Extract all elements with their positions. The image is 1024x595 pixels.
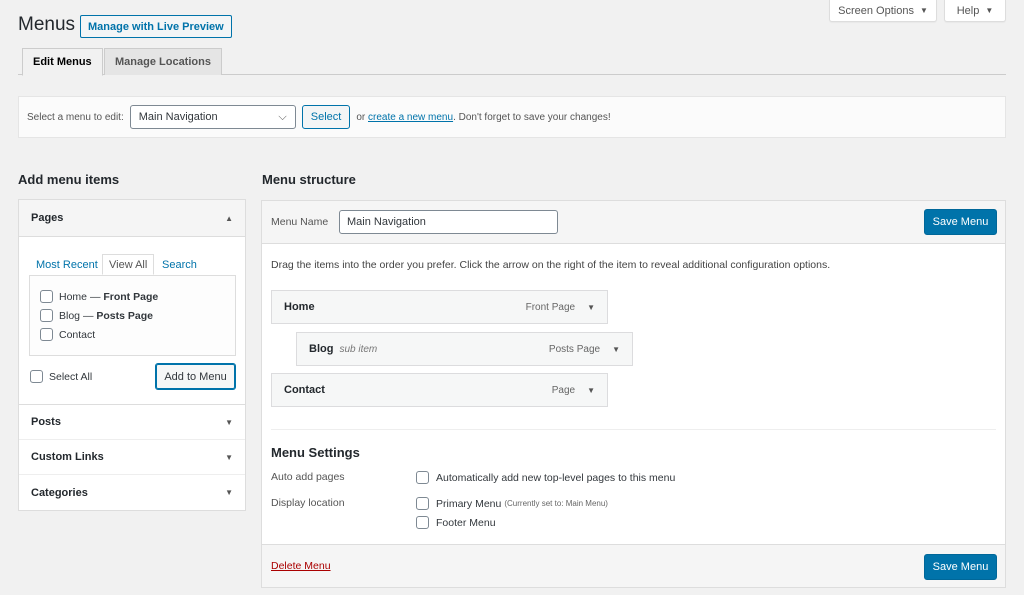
dash: — [89,290,101,303]
select-menu-bar: Select a menu to edit: Main Navigation ⌵… [18,96,1006,138]
menu-select-value: Main Navigation [138,111,218,123]
add-menu-items-heading: Add menu items [18,172,120,187]
triangle-down-icon: ▼ [919,6,928,15]
menu-item-title: Home [284,301,315,313]
page-item-contact[interactable]: Contact [40,328,95,341]
auto-add-option-label: Automatically add new top-level pages to… [436,471,676,484]
checkbox[interactable] [40,309,53,322]
pages-panel: Most Recent View All Search Home — Front… [19,237,245,405]
location-note: (Currently set to: Main Menu) [504,499,608,508]
add-to-menu-button[interactable]: Add to Menu [155,363,236,390]
add-items-accordion: Pages ▲ Most Recent View All Search Home… [18,199,246,511]
triangle-down-icon: ▼ [225,417,233,427]
menu-structure-panel: Menu Name Main Navigation Save Menu Drag… [261,200,1006,588]
help-label: Help [956,4,980,17]
menu-item-title: Blog [309,343,334,355]
tab-most-recent[interactable]: Most Recent [31,256,103,274]
select-menu-label: Select a menu to edit: [27,111,124,123]
menu-name-label: Menu Name [271,216,329,228]
checkbox[interactable] [416,497,429,510]
accordion-posts-header[interactable]: Posts ▼ [19,405,245,440]
help-button[interactable]: Help ▼ [944,0,1006,22]
checkbox[interactable] [40,328,53,341]
accordion-pages-title: Pages [31,212,64,224]
or-text: or [356,111,366,123]
menu-item-sub-label: sub item [339,343,378,355]
select-all[interactable]: Select All [30,370,92,383]
accordion-posts-title: Posts [31,416,61,428]
location-name: Footer Menu [436,516,496,529]
save-menu-button-top[interactable]: Save Menu [924,209,997,235]
create-menu-text: or create a new menu. Don't forget to sa… [356,112,610,123]
menu-item-title: Contact [284,384,325,396]
auto-add-option[interactable]: Automatically add new top-level pages to… [416,471,675,484]
page-name: Blog [59,309,81,322]
page-item-blog[interactable]: Blog — Posts Page [40,309,153,322]
tab-search[interactable]: Search [157,256,202,274]
menu-settings-heading: Menu Settings [271,445,360,460]
menu-item-contact[interactable]: Contact Page ▼ [271,373,608,407]
triangle-down-icon: ▼ [985,6,994,15]
page-item-label: Blog — Posts Page [59,310,153,322]
accordion-custom-links-title: Custom Links [31,451,104,463]
tab-view-all[interactable]: View All [102,254,155,275]
dash: — [82,309,94,322]
page-name: Home [59,290,88,303]
chevron-down-icon: ⌵ [278,110,287,123]
location-footer-menu[interactable]: Footer Menu [416,516,496,529]
accordion-categories-title: Categories [31,486,88,499]
screen-options-label: Screen Options [838,4,914,17]
tab-edit-menus[interactable]: Edit Menus [22,48,103,76]
menu-footer: Delete Menu Save Menu [262,544,1005,587]
create-new-menu-link[interactable]: create a new menu [368,112,453,123]
menu-structure-heading: Menu structure [262,172,356,187]
accordion-pages-header[interactable]: Pages ▲ [19,200,245,237]
pages-checklist: Home — Front Page Blog — Posts Page Cont… [29,275,236,356]
display-location-label: Display location [271,497,345,509]
location-name: Primary Menu [436,497,502,510]
delete-menu-link[interactable]: Delete Menu [271,560,331,572]
page-title: Menus [18,14,76,35]
menu-item-type: Posts Page [548,343,601,355]
save-menu-button-bottom[interactable]: Save Menu [924,554,997,580]
menu-item-blog[interactable]: Blog sub item Posts Page ▼ [296,332,633,366]
expand-arrow-icon[interactable]: ▼ [587,303,595,312]
menu-name-input[interactable]: Main Navigation [339,210,558,234]
expand-arrow-icon[interactable]: ▼ [587,386,595,395]
menu-item-type: Front Page [525,301,576,313]
select-all-label: Select All [49,370,93,383]
checkbox[interactable] [416,516,429,529]
page-suffix: Front Page [103,290,159,303]
page-suffix: Posts Page [96,309,153,322]
drag-instructions: Drag the items into the order you prefer… [271,259,831,271]
expand-arrow-icon[interactable]: ▼ [612,345,620,354]
triangle-down-icon: ▼ [225,488,233,497]
triangle-down-icon: ▼ [225,452,233,462]
auto-add-label: Auto add pages [271,471,345,483]
accordion-custom-links-header[interactable]: Custom Links ▼ [19,440,245,475]
page-name: Contact [59,328,96,341]
save-reminder-text: . Don't forget to save your changes! [453,111,611,123]
location-primary-menu[interactable]: Primary Menu (Currently set to: Main Men… [416,497,608,510]
settings-divider [271,429,996,430]
menu-header: Menu Name Main Navigation Save Menu [262,201,1005,244]
select-button[interactable]: Select [301,105,351,129]
screen-options-button[interactable]: Screen Options ▼ [829,0,937,22]
triangle-up-icon: ▲ [225,213,233,223]
menu-item-type: Page [551,384,576,396]
manage-live-preview-button[interactable]: Manage with Live Preview [80,15,232,38]
checkbox[interactable] [30,370,43,383]
menu-select-dropdown[interactable]: Main Navigation ⌵ [129,105,296,129]
page-item-home[interactable]: Home — Front Page [40,290,158,303]
tab-manage-locations[interactable]: Manage Locations [104,48,222,75]
menu-item-home[interactable]: Home Front Page ▼ [271,290,608,324]
checkbox[interactable] [40,290,53,303]
checkbox[interactable] [416,471,429,484]
page-item-label: Home — Front Page [59,291,158,303]
accordion-categories-header[interactable]: Categories ▼ [19,475,245,510]
